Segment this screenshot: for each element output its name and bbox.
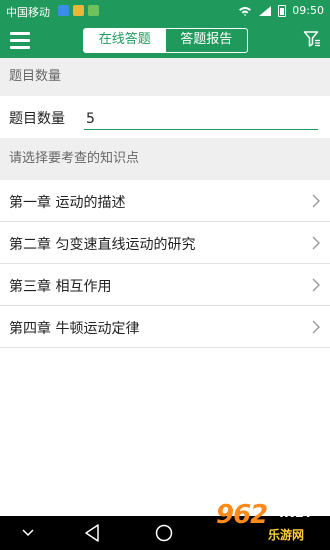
topic-item[interactable]: 第二章 匀变速直线运动的研究 (0, 222, 330, 264)
filter-icon[interactable] (303, 30, 321, 48)
count-section-header: 题目数量 (0, 58, 330, 96)
chevron-right-icon (312, 278, 320, 292)
wifi-icon (239, 6, 252, 16)
watermark-suffix: .NET (279, 506, 313, 521)
watermark-text: 乐游网 (268, 528, 305, 542)
topics-section-header: 请选择要考查的知识点 (0, 138, 330, 180)
tab-switcher: 在线答题 答题报告 (83, 28, 248, 53)
menu-icon[interactable] (10, 31, 30, 49)
topic-label: 第一章 运动的描述 (9, 195, 126, 211)
chevron-right-icon (312, 236, 320, 250)
notification-icon-3 (88, 5, 99, 16)
chevron-right-icon (312, 320, 320, 334)
back-icon[interactable] (84, 524, 100, 542)
topic-label: 第三章 相互作用 (9, 279, 112, 295)
chevron-right-icon (312, 194, 320, 208)
count-section-title: 题目数量 (9, 69, 62, 84)
topic-item[interactable]: 第四章 牛顿运动定律 (0, 306, 330, 348)
chevron-down-icon[interactable] (22, 528, 34, 538)
app-bar: 在线答题 答题报告 (0, 22, 330, 58)
question-count-input[interactable] (84, 108, 318, 130)
clock: 09:50 (292, 4, 324, 17)
notification-icon-2 (73, 5, 84, 16)
site-watermark: 962 .NET 乐游网 (206, 498, 326, 548)
topic-item[interactable]: 第三章 相互作用 (0, 264, 330, 306)
notification-icon-1 (58, 5, 69, 16)
topic-list: 第一章 运动的描述 第二章 匀变速直线运动的研究 第三章 相互作用 第四章 牛顿… (0, 180, 330, 348)
notification-icons (58, 5, 99, 16)
topic-label: 第四章 牛顿运动定律 (9, 321, 140, 337)
carrier-name: 中国移动 (6, 6, 50, 19)
tab-online-quiz[interactable]: 在线答题 (84, 29, 166, 52)
topics-section-title: 请选择要考查的知识点 (9, 151, 140, 166)
signal-icon (259, 5, 272, 16)
battery-icon (278, 4, 287, 17)
question-count-label: 题目数量 (9, 111, 65, 127)
topic-item[interactable]: 第一章 运动的描述 (0, 180, 330, 222)
status-bar: 中国移动 09:50 (0, 0, 330, 22)
watermark-number: 962 (216, 500, 268, 530)
home-icon[interactable] (155, 524, 173, 542)
topic-label: 第二章 匀变速直线运动的研究 (9, 237, 196, 253)
tab-quiz-report[interactable]: 答题报告 (166, 29, 248, 52)
